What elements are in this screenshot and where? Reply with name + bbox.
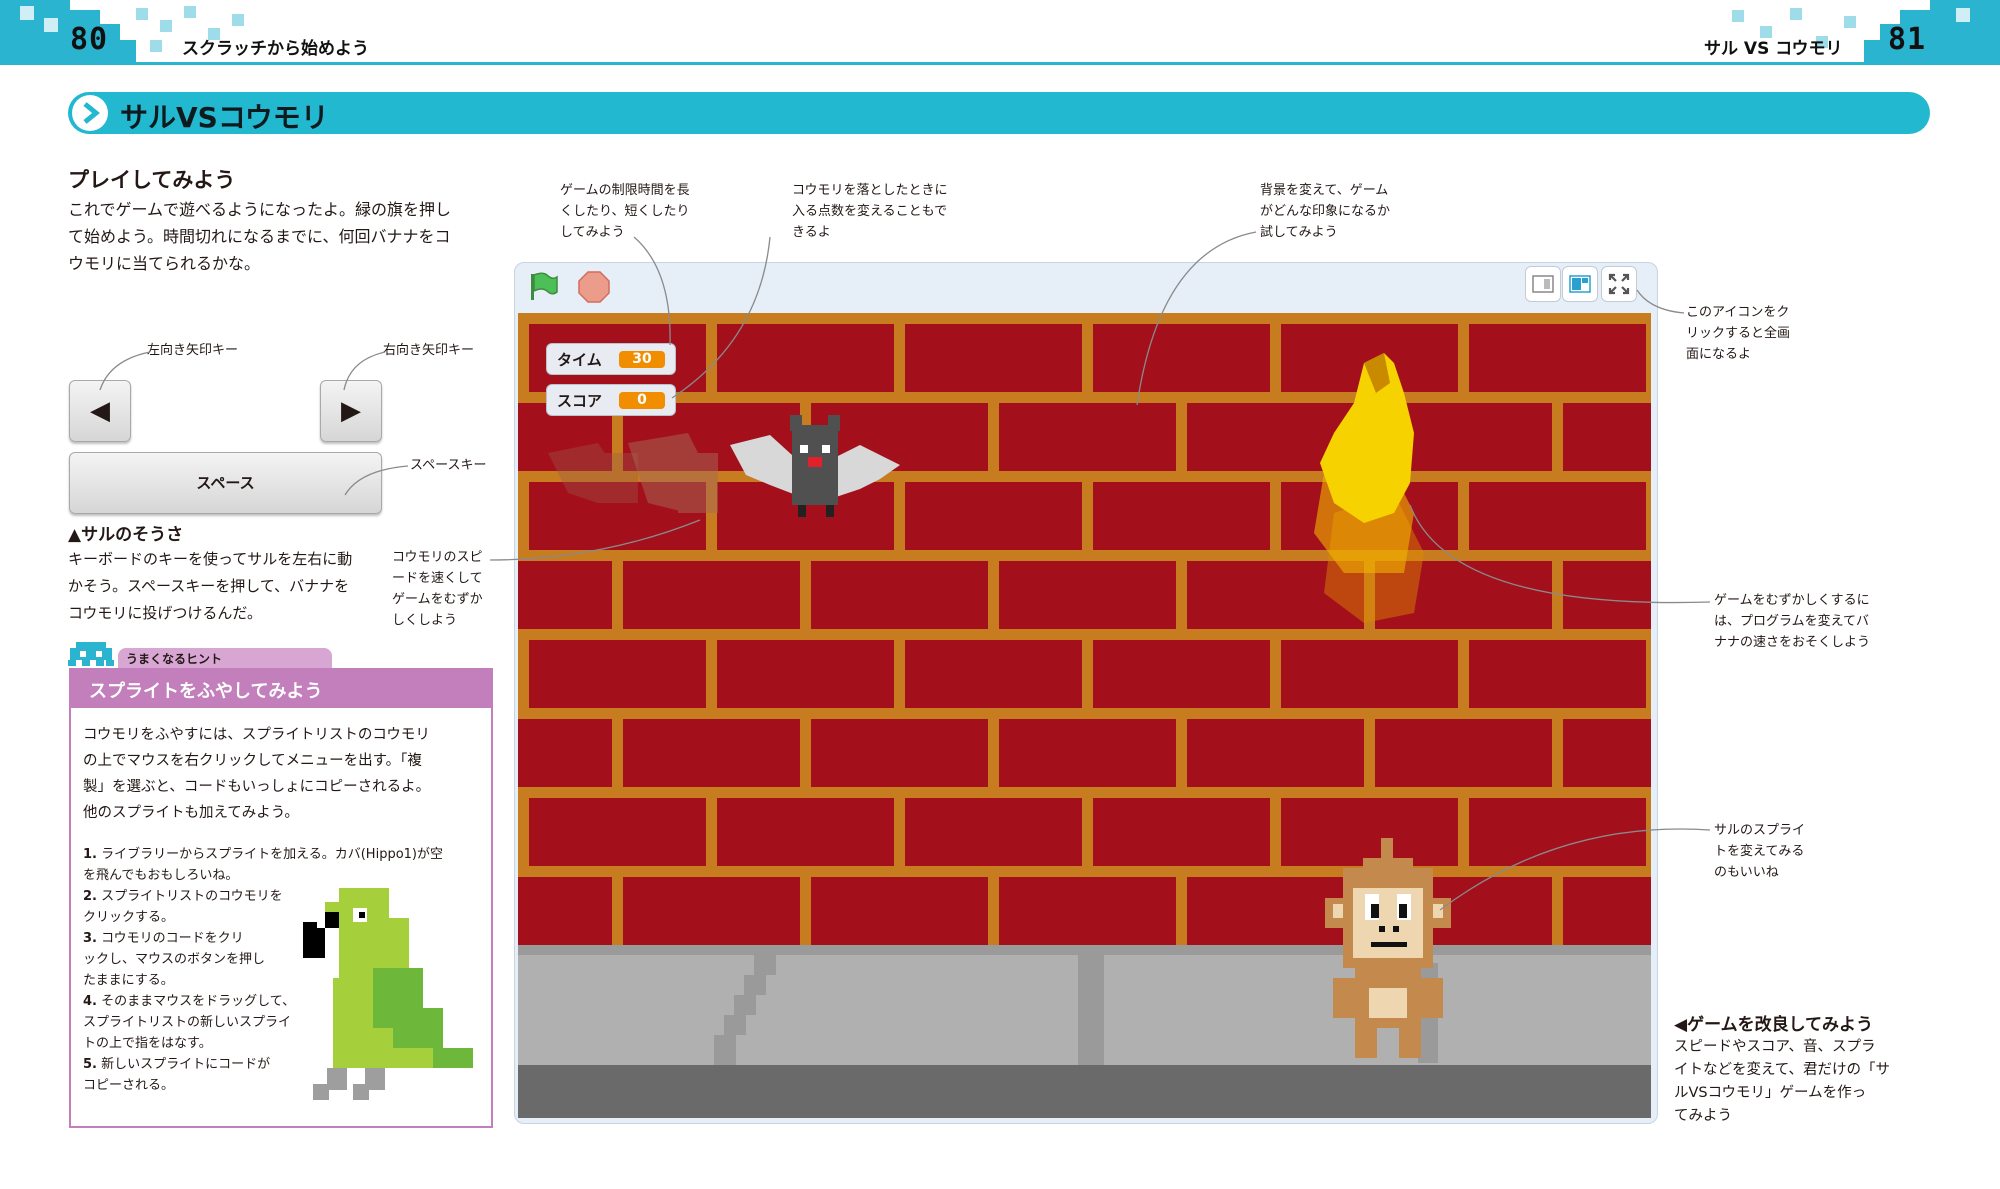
mortar-joint xyxy=(1552,392,1563,471)
mortar-joint xyxy=(612,708,623,787)
hint-title: スプライトをふやしてみよう xyxy=(89,681,323,702)
mortar-joint xyxy=(894,787,905,866)
mortar-joint xyxy=(1646,629,1651,708)
mortar-joint xyxy=(1646,471,1651,550)
ghost-sprite-icon xyxy=(68,642,114,666)
space-key-label: スペースキー xyxy=(410,458,487,473)
callout-backdrop: 背景を変えて、ゲーム がどんな印象になるか 試してみよう xyxy=(1260,183,1391,240)
mortar-joint xyxy=(1364,708,1375,787)
mortar-joint xyxy=(1082,313,1093,392)
mortar-joint xyxy=(518,471,529,550)
mortar-row xyxy=(518,392,1651,403)
improve-body: スピードやスコア、音、スプラ イトなどを変えて、君だけの「サ ルVSコウモリ」ゲーム… xyxy=(1674,1039,1891,1124)
mortar-joint xyxy=(1082,629,1093,708)
mortar-joint xyxy=(988,392,999,471)
mortar-joint xyxy=(1646,313,1651,392)
mortar-joint xyxy=(1176,550,1187,629)
right-page-number: 81 xyxy=(1888,22,1927,57)
mortar-joint xyxy=(518,313,529,392)
header-rule xyxy=(0,62,2000,65)
mortar-joint xyxy=(800,708,811,787)
callout-banana-speed: ゲームをむずかしくするに は、プログラムを変えてバ ナナの速さをおそくしよう xyxy=(1714,593,1871,650)
mortar-joint xyxy=(800,550,811,629)
mortar-joint xyxy=(706,313,717,392)
left-arrow-key-label: 左向き矢印キー xyxy=(147,343,239,358)
space-key: スペース xyxy=(69,452,382,514)
callout-timer: ゲームの制限時間を長 くしたり、短くしたり してみよう xyxy=(560,183,690,240)
callout-points: コウモリを落としたときに 入る点数を変えることもで きるよ xyxy=(792,183,948,240)
mortar-joint xyxy=(706,787,717,866)
mortar-joint xyxy=(988,866,999,945)
right-running-title: サル VS コウモリ xyxy=(1704,39,1843,59)
mortar-joint xyxy=(706,629,717,708)
monkey-sprite xyxy=(1325,838,1451,1058)
mortar-joint xyxy=(1270,629,1281,708)
mortar-joint xyxy=(1082,787,1093,866)
left-running-title: スクラッチから始めよう xyxy=(182,39,369,59)
mortar-joint xyxy=(988,708,999,787)
improve-heading: ◀ゲームを改良してみよう xyxy=(1674,1015,1874,1035)
mortar-joint xyxy=(1270,787,1281,866)
callout-bat-speed: コウモリのスピ ードを速くして ゲームをむずか しくしよう xyxy=(392,550,483,628)
bat-sprite xyxy=(730,415,900,517)
play-heading: プレイしてみよう xyxy=(68,168,236,192)
score-monitor: スコア 0 xyxy=(546,384,676,416)
right-arrow-key-label: 右向き矢印キー xyxy=(383,343,475,358)
mortar-joint xyxy=(518,629,529,708)
mortar-joint xyxy=(1552,866,1563,945)
mortar-joint xyxy=(612,866,623,945)
mortar-joint xyxy=(1646,787,1651,866)
hint-intro: コウモリをふやすには、スプライトリストのコウモリ の上でマウスを右クリックしてメ… xyxy=(83,727,431,821)
mortar-joint xyxy=(988,550,999,629)
timer-value: 30 xyxy=(619,351,665,368)
small-stage-button[interactable] xyxy=(1525,266,1561,302)
mortar-joint xyxy=(518,787,529,866)
game-stage[interactable]: タイム 30 スコア 0 xyxy=(518,313,1651,1118)
fullscreen-icon[interactable] xyxy=(1601,266,1637,302)
score-value: 0 xyxy=(619,392,665,409)
mortar-joint xyxy=(1176,866,1187,945)
mortar-row xyxy=(518,866,1651,877)
banana-sprite xyxy=(1314,353,1424,623)
mortar-joint xyxy=(612,550,623,629)
hint-header: スプライトをふやしてみよう xyxy=(71,670,491,708)
section-title-banner: サルVSコウモリ xyxy=(68,92,1930,134)
mortar-joint xyxy=(894,629,905,708)
mortar-joint xyxy=(1082,471,1093,550)
mortar-joint xyxy=(1552,708,1563,787)
mortar-joint xyxy=(1176,708,1187,787)
mortar-joint xyxy=(1176,392,1187,471)
normal-stage-button[interactable] xyxy=(1562,266,1598,302)
mortar-joint xyxy=(1270,471,1281,550)
controls-body: キーボードのキーを使ってサルを左右に動 かそう。スペースキーを押して、バナナを … xyxy=(68,550,353,622)
controls-heading: ▲サルのそうさ xyxy=(68,525,184,545)
hint-step: 1. ライブラリーからスプライトを加える。カバ(Hippo1)が空 を飛んでもおも… xyxy=(83,847,443,883)
mortar-joint xyxy=(1270,313,1281,392)
mortar-joint xyxy=(894,313,905,392)
timer-monitor: タイム 30 xyxy=(546,343,676,375)
green-flag-icon[interactable] xyxy=(526,270,560,304)
section-title: サルVSコウモリ xyxy=(120,101,329,134)
play-body: これでゲームで遊べるようになったよ。緑の旗を押し て始めよう。時間切れになるまで… xyxy=(68,200,452,273)
mortar-joint xyxy=(800,866,811,945)
callout-monkey-sprite: サルのスプライ トを変えてみる のもいいね xyxy=(1714,823,1806,880)
chevron-right-icon xyxy=(72,95,108,131)
callout-fullscreen: このアイコンをク リックすると全画 面になるよ xyxy=(1686,305,1791,362)
left-page-number: 80 xyxy=(70,22,109,57)
parrot-sprite xyxy=(303,888,473,1100)
right-arrow-key: ▶ xyxy=(320,380,382,442)
hint-box: スプライトをふやしてみよう コウモリをふやすには、スプライトリストのコウモリ の… xyxy=(69,668,493,1128)
hint-tab: うまくなるヒント xyxy=(118,648,332,668)
mortar-joint xyxy=(1552,550,1563,629)
left-arrow-key: ◀ xyxy=(69,380,131,442)
mortar-row xyxy=(518,708,1651,719)
stop-icon[interactable] xyxy=(577,270,611,304)
